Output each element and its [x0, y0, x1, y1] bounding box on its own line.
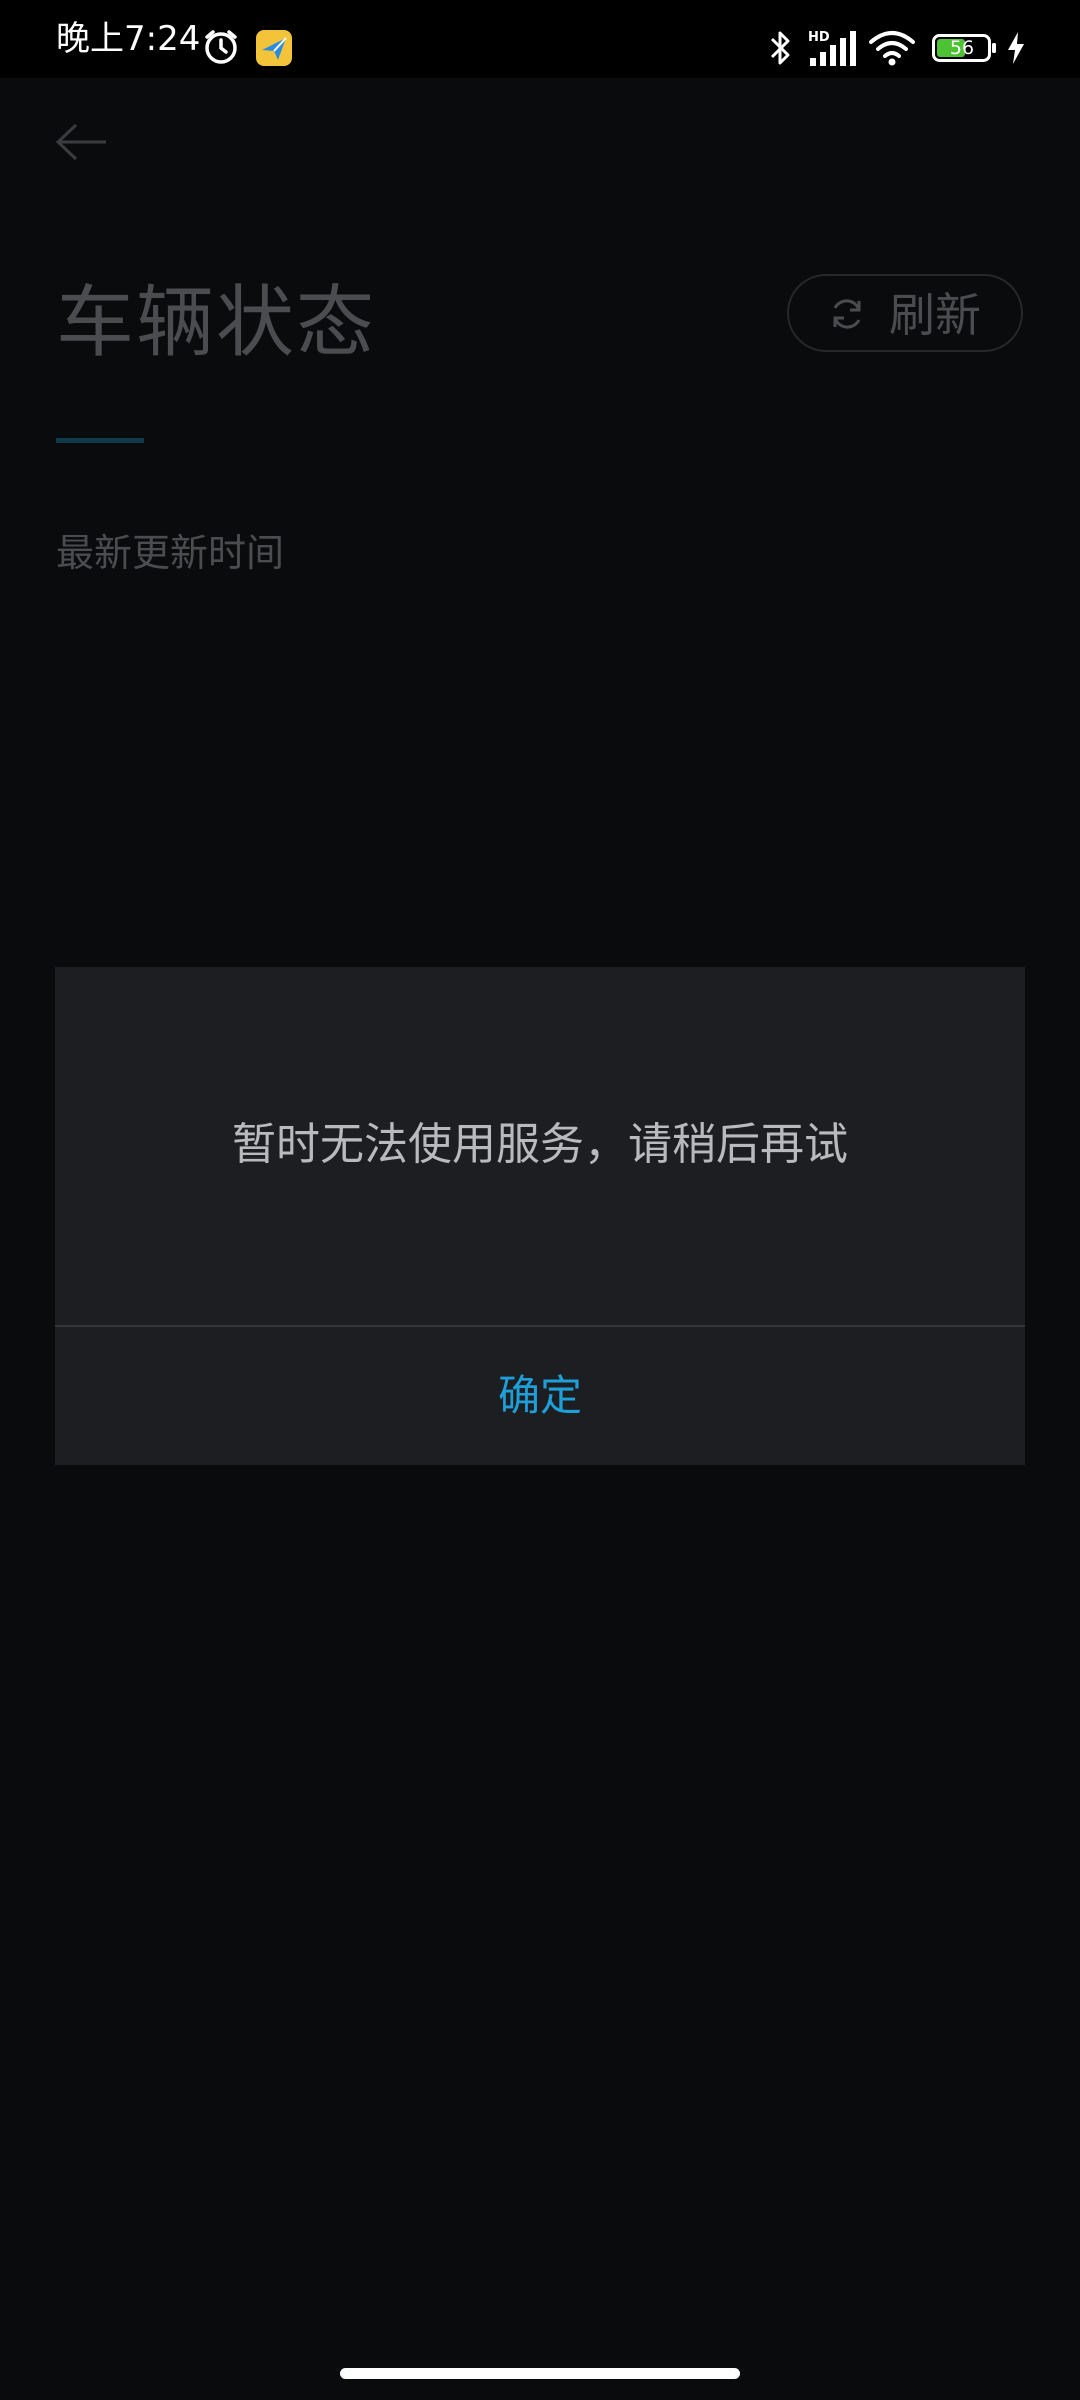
app-notification-icon	[256, 30, 292, 70]
charging-icon	[1006, 32, 1026, 68]
refresh-label: 刷新	[889, 288, 981, 342]
screen: 晚上7:24 HD 56 车辆状态 刷新 最新更新时间 暂时无法使用服务，请稍后…	[0, 0, 1080, 2400]
title-underline	[56, 438, 144, 443]
update-time-label: 最新更新时间	[56, 531, 285, 575]
page-title: 车辆状态	[56, 278, 377, 368]
confirm-button[interactable]: 确定	[55, 1327, 1025, 1465]
dialog-message: 暂时无法使用服务，请稍后再试	[232, 1119, 848, 1170]
battery-level: 56	[949, 37, 975, 59]
back-button[interactable]	[54, 122, 110, 166]
error-dialog: 暂时无法使用服务，请稍后再试 确定	[55, 967, 1025, 1465]
status-bar: 晚上7:24 HD 56	[0, 0, 1080, 78]
status-time: 晚上7:24	[56, 19, 201, 59]
cellular-signal-icon: HD	[806, 28, 858, 72]
refresh-icon	[829, 296, 865, 336]
wifi-icon	[868, 30, 916, 70]
gesture-nav-bar[interactable]	[340, 2368, 740, 2379]
refresh-button[interactable]: 刷新	[787, 274, 1023, 352]
battery-icon: 56	[932, 34, 998, 62]
back-arrow-icon	[54, 123, 110, 166]
network-badge: HD	[808, 30, 830, 45]
alarm-icon	[202, 28, 240, 70]
bluetooth-icon	[768, 28, 794, 72]
